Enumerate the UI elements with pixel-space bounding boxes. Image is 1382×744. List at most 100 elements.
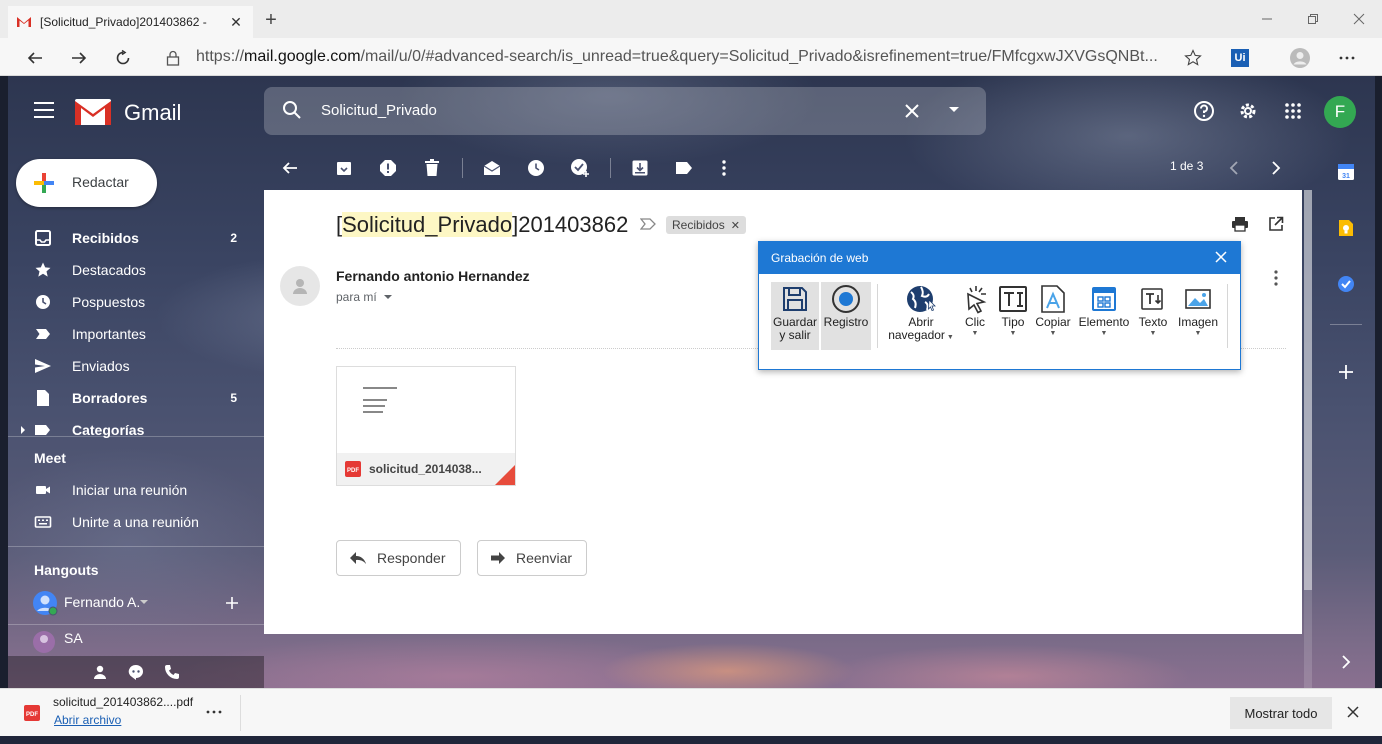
hangouts-chat-icon[interactable] (128, 664, 144, 680)
nav-count: 2 (230, 231, 237, 245)
url-field[interactable]: https://mail.google.com/mail/u/0/#advanc… (196, 48, 1158, 66)
compose-button[interactable]: Redactar (16, 159, 157, 207)
save-and-exit-button[interactable]: Guardar y salir (771, 282, 819, 350)
download-pdf-icon: PDF (24, 705, 40, 721)
expand-caret-icon[interactable] (20, 426, 26, 434)
recipient-details-icon[interactable] (384, 295, 393, 300)
side-panel-separator (1330, 324, 1362, 325)
mark-unread-icon[interactable] (482, 158, 502, 178)
dropdown-caret-icon: ▼ (1149, 330, 1157, 337)
nav-item-snoozed[interactable]: Pospuestos (8, 286, 264, 318)
settings-gear-icon[interactable] (1236, 99, 1260, 123)
apps-grid-icon[interactable] (1281, 99, 1305, 123)
element-button[interactable]: Elemento ▼ (1077, 282, 1131, 350)
nav-item-starred[interactable]: Destacados (8, 254, 264, 286)
newer-chevron-icon[interactable] (1224, 158, 1244, 178)
search-icon[interactable] (282, 100, 302, 120)
older-chevron-icon[interactable] (1266, 158, 1286, 178)
new-conversation-plus-icon[interactable] (225, 596, 239, 610)
contacts-person-icon[interactable] (92, 664, 108, 680)
help-icon[interactable] (1192, 99, 1216, 123)
click-button[interactable]: Clic ▼ (957, 282, 993, 350)
refresh-icon[interactable] (112, 47, 134, 69)
report-spam-icon[interactable] (378, 158, 398, 178)
browser-menu-icon[interactable] (1336, 47, 1358, 69)
open-file-link[interactable]: Abrir archivo (54, 713, 121, 727)
close-shelf-icon[interactable] (1346, 705, 1360, 719)
clear-search-icon[interactable] (902, 101, 922, 121)
back-icon[interactable] (24, 47, 46, 69)
keep-notes-icon[interactable] (1336, 218, 1356, 238)
snooze-clock-icon[interactable] (526, 158, 546, 178)
meet-join-meeting[interactable]: Unirte a una reunión (8, 506, 264, 538)
show-all-button[interactable]: Mostrar todo (1230, 697, 1332, 729)
minimize-icon[interactable] (1244, 0, 1290, 38)
expand-side-panel-icon[interactable] (1336, 652, 1356, 672)
back-to-list-icon[interactable] (280, 158, 300, 178)
get-text-icon (1141, 288, 1163, 310)
add-to-tasks-icon[interactable] (570, 158, 590, 178)
move-to-icon[interactable] (630, 158, 650, 178)
forward-button[interactable]: Reenviar (477, 540, 588, 576)
nav-label: Destacados (72, 262, 146, 278)
download-more-icon[interactable] (206, 701, 222, 719)
image-button[interactable]: Imagen ▼ (1175, 282, 1221, 350)
tasks-icon[interactable] (1336, 274, 1356, 294)
main-menu-icon[interactable] (34, 102, 54, 118)
window-close-icon[interactable] (1336, 0, 1382, 38)
download-file-name[interactable]: solicitud_201403862....pdf (53, 695, 193, 709)
tab-close-icon[interactable]: ✕ (227, 13, 245, 31)
phone-icon[interactable] (164, 664, 180, 680)
calendar-icon[interactable]: 31 (1336, 162, 1356, 182)
recipient-line[interactable]: para mí (336, 290, 393, 304)
copy-button[interactable]: Copiar ▼ (1033, 282, 1073, 350)
get-addons-plus-icon[interactable] (1336, 362, 1356, 382)
importance-marker-icon[interactable] (640, 218, 656, 230)
nav-item-drafts[interactable]: Borradores 5 (8, 382, 264, 414)
forward-icon[interactable] (68, 47, 90, 69)
favorite-star-icon[interactable] (1182, 47, 1204, 69)
meet-start-meeting[interactable]: Iniciar una reunión (8, 474, 264, 506)
hangouts-contact[interactable]: SA (8, 626, 264, 658)
reply-button[interactable]: Responder (336, 540, 461, 576)
delete-trash-icon[interactable] (422, 158, 442, 178)
search-options-icon[interactable] (948, 106, 960, 114)
account-avatar[interactable]: F (1324, 96, 1356, 128)
archive-icon[interactable] (334, 158, 354, 178)
recorder-close-icon[interactable] (1214, 250, 1228, 264)
new-tab-icon[interactable]: + (262, 10, 280, 30)
text-button[interactable]: Texto ▼ (1135, 282, 1171, 350)
dropdown-caret-icon: ▼ (944, 334, 954, 341)
hangouts-section-title: Hangouts (34, 562, 99, 578)
profile-icon[interactable] (1289, 47, 1311, 69)
sender-name[interactable]: Fernando antonio Hernandez (336, 268, 530, 284)
record-button[interactable]: Registro (821, 282, 871, 350)
browser-tab[interactable]: [Solicitud_Privado]201403862 - ✕ (8, 6, 253, 38)
attachment-card[interactable]: PDF solicitud_2014038... (336, 366, 516, 486)
nav-item-inbox[interactable]: Recibidos 2 (8, 222, 264, 254)
message-more-icon[interactable] (1266, 268, 1286, 288)
nav-item-categories[interactable]: Categorías (8, 414, 264, 446)
labels-icon[interactable] (674, 158, 694, 178)
type-button[interactable]: Tipo ▼ (995, 282, 1031, 350)
print-icon[interactable] (1230, 214, 1250, 234)
dropdown-caret-icon: ▼ (1100, 330, 1108, 337)
scrollbar-thumb[interactable] (1304, 190, 1312, 590)
hangouts-user[interactable]: Fernando A. (8, 586, 264, 618)
open-new-window-icon[interactable] (1266, 214, 1286, 234)
remove-label-icon[interactable]: ✕ (731, 219, 740, 232)
lock-icon[interactable] (166, 50, 180, 66)
uipath-extension-icon[interactable]: Ui (1229, 47, 1251, 69)
open-browser-button[interactable]: Abrir navegador ▼ (887, 282, 955, 350)
gmail-logo-icon[interactable] (74, 98, 112, 126)
attachment-fold (495, 465, 515, 485)
nav-item-sent[interactable]: Enviados (8, 350, 264, 382)
search-bar[interactable]: Solicitud_Privado (264, 87, 986, 135)
more-options-icon[interactable] (714, 158, 734, 178)
restore-icon[interactable] (1290, 0, 1336, 38)
status-dropdown-icon[interactable] (140, 600, 148, 605)
recorder-label: Registro (823, 315, 869, 329)
web-recorder-titlebar[interactable]: Grabación de web (759, 242, 1240, 274)
search-input[interactable]: Solicitud_Privado (321, 102, 437, 119)
nav-item-important[interactable]: Importantes (8, 318, 264, 350)
